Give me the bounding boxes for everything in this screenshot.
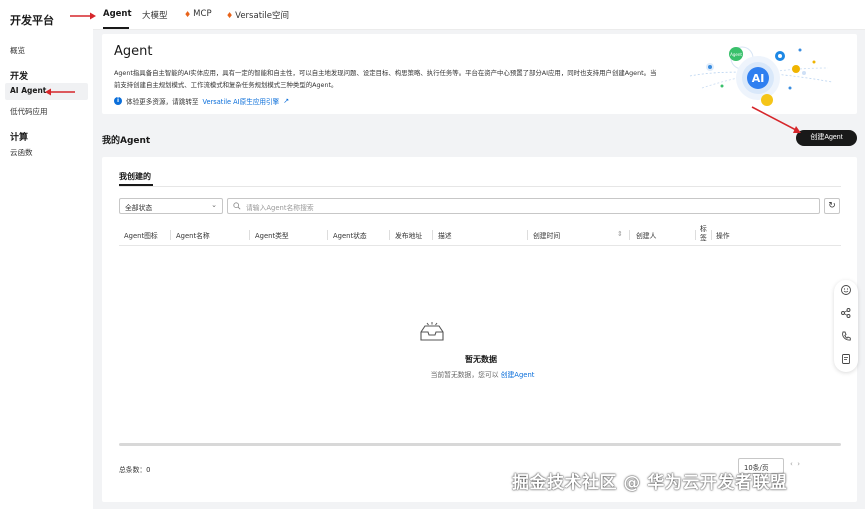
horizontal-scrollbar[interactable] <box>119 443 841 446</box>
column-divider <box>629 230 630 240</box>
feedback-icon[interactable] <box>840 353 852 365</box>
agent-list-card: 我创建的 全部状态 ⌄ 请输入Agent名称搜索 ↻ Agent图标 Agent… <box>102 157 857 502</box>
sort-icon[interactable]: ⇕ <box>617 230 623 238</box>
agent-intro-card: Agent Agent指具备自主智能的AI实体应用，具有一定的智能和自主性，可以… <box>102 34 857 114</box>
sidebar-item-ai-agent[interactable]: AI Agent <box>5 83 88 100</box>
col-publish-address: 发布地址 <box>395 232 423 240</box>
tab-mcp-label: MCP <box>193 9 212 19</box>
fire-icon: ♦ <box>226 10 234 20</box>
col-tags: 标签 <box>700 225 707 242</box>
empty-description: 当前暂无数据，您可以 创建Agent <box>102 369 857 379</box>
col-actions: 操作 <box>716 232 730 240</box>
phone-icon[interactable] <box>840 330 852 342</box>
sidebar-item-cloud-function[interactable]: 云函数 <box>10 147 33 158</box>
col-agent-name: Agent名称 <box>176 232 210 240</box>
empty-desc-text: 当前暂无数据，您可以 <box>430 371 499 379</box>
floating-toolbar <box>834 280 858 372</box>
create-agent-button[interactable]: 创建Agent <box>796 130 857 146</box>
column-divider <box>695 230 696 240</box>
chevron-down-icon: ⌄ <box>211 201 217 209</box>
column-divider <box>711 230 712 240</box>
column-divider <box>249 230 250 240</box>
platform-title: 开发平台 <box>10 14 54 27</box>
ai-illustration: Agent AI <box>689 46 832 106</box>
col-created-time: 创建时间 <box>533 232 561 240</box>
intro-tip: i 体验更多资源，请跳转至 Versatile AI原生应用引擎 ↗ <box>114 96 289 106</box>
search-icon <box>233 202 241 210</box>
agent-bubble-text: Agent <box>730 52 742 57</box>
fire-icon: ♦ <box>184 9 192 19</box>
tab-llm[interactable]: 大模型 <box>142 9 168 21</box>
tab-llm-label: 大模型 <box>142 11 168 21</box>
empty-title: 暂无数据 <box>465 355 497 364</box>
tab-mcp[interactable]: ♦ MCP <box>184 9 212 19</box>
col-description: 描述 <box>438 232 452 240</box>
my-agent-title: 我的Agent <box>102 136 151 146</box>
column-divider <box>432 230 433 240</box>
search-input[interactable]: 请输入Agent名称搜索 <box>227 198 820 214</box>
status-select-value: 全部状态 <box>125 204 153 212</box>
tab-versatile[interactable]: ♦ Versatile空间 <box>226 9 289 22</box>
share-icon[interactable] <box>840 307 852 319</box>
col-agent-type: Agent类型 <box>255 232 289 240</box>
intro-description: Agent指具备自主智能的AI实体应用，具有一定的智能和自主性，可以自主地发现问… <box>114 69 657 89</box>
sidebar: 开发平台 概览 开发 AI Agent 低代码应用 计算 云函数 <box>0 0 93 509</box>
sidebar-group-compute: 计算 <box>10 133 29 143</box>
column-divider <box>389 230 390 240</box>
refresh-button[interactable]: ↻ <box>824 198 840 214</box>
info-icon: i <box>114 97 122 105</box>
tab-versatile-label: Versatile空间 <box>235 11 289 21</box>
top-tab-bar: Agent 大模型 ♦ MCP ♦ Versatile空间 <box>93 0 865 30</box>
tab-agent-label: Agent <box>103 9 132 19</box>
tab-agent[interactable]: Agent <box>103 9 132 19</box>
sidebar-item-overview[interactable]: 概览 <box>10 45 25 56</box>
tab-my-created[interactable]: 我创建的 <box>119 171 151 182</box>
watermark: 掘金技术社区 @ 华为云开发者联盟 <box>512 473 788 493</box>
empty-create-agent-link[interactable]: 创建Agent <box>501 371 535 379</box>
column-divider <box>527 230 528 240</box>
search-placeholder: 请输入Agent名称搜索 <box>246 204 314 212</box>
tab-active-underline <box>103 27 129 29</box>
external-link-icon[interactable]: ↗ <box>283 97 289 105</box>
col-agent-status: Agent状态 <box>333 232 367 240</box>
sidebar-item-lowcode[interactable]: 低代码应用 <box>10 106 48 117</box>
intro-tip-text: 体验更多资源，请跳转至 <box>126 98 199 106</box>
total-count: 总条数：0 <box>119 466 151 474</box>
ai-badge-text: AI <box>752 72 765 85</box>
empty-box-icon <box>420 322 444 341</box>
intro-title: Agent <box>114 44 153 59</box>
versatile-link[interactable]: Versatile AI原生应用引擎 <box>203 96 280 106</box>
smiley-icon[interactable] <box>840 284 852 296</box>
col-creator: 创建人 <box>636 232 657 240</box>
col-agent-icon: Agent图标 <box>124 232 158 240</box>
status-select[interactable]: 全部状态 ⌄ <box>119 198 223 214</box>
column-divider <box>170 230 171 240</box>
divider <box>119 186 841 187</box>
sidebar-group-dev: 开发 <box>10 72 29 82</box>
column-divider <box>327 230 328 240</box>
pagination[interactable]: ‹ › <box>790 460 800 468</box>
table-header: Agent图标 Agent名称 Agent类型 Agent状态 发布地址 描述 … <box>119 224 841 246</box>
refresh-icon: ↻ <box>828 201 836 211</box>
